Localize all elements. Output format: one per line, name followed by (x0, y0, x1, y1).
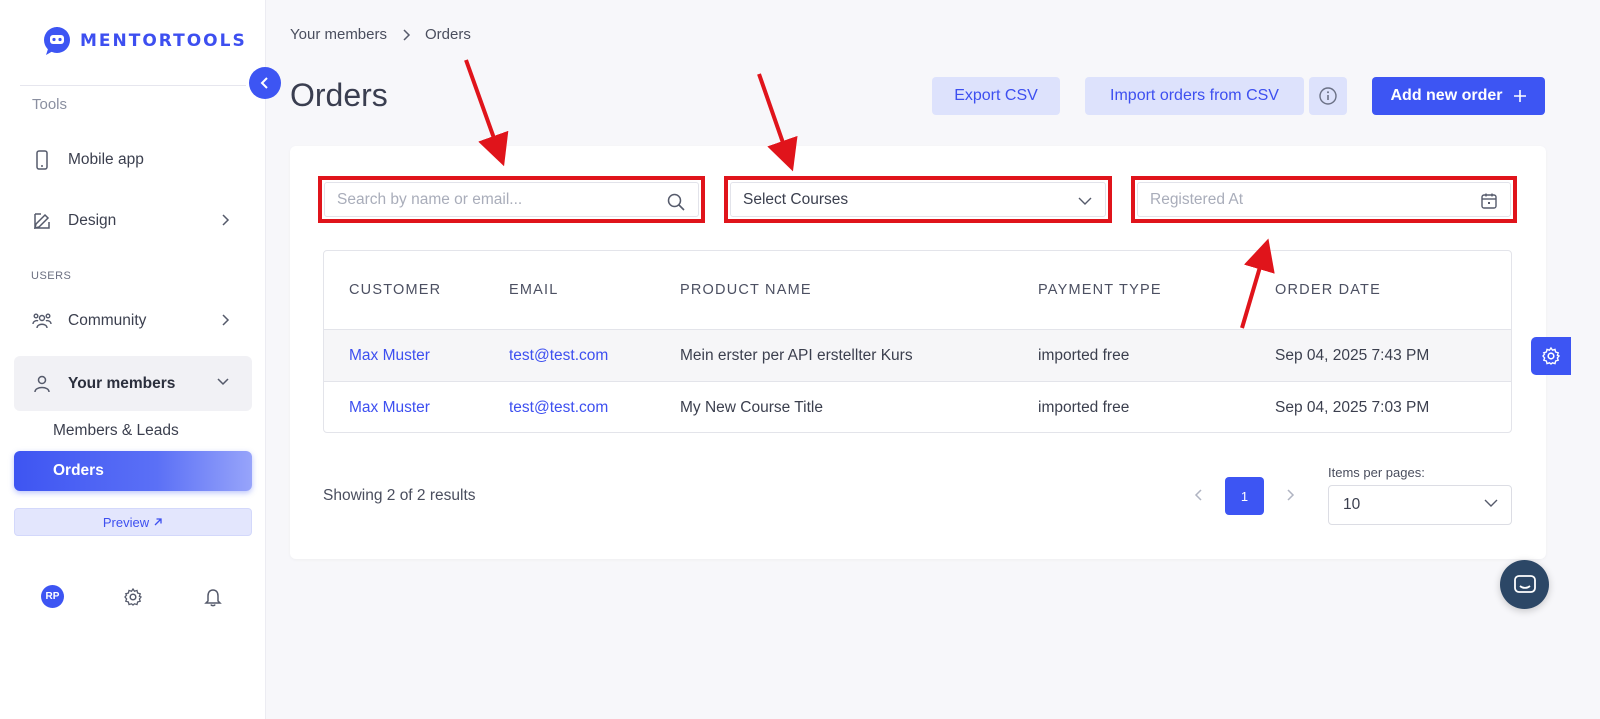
pencil-icon (32, 211, 52, 231)
plus-icon (1513, 90, 1526, 102)
column-header-product-name[interactable]: PRODUCT NAME (680, 282, 812, 298)
robot-logo-icon (44, 27, 70, 55)
section-label-users: USERS (31, 270, 72, 282)
settings-gear-icon[interactable] (122, 586, 144, 608)
column-header-email[interactable]: EMAIL (509, 282, 559, 298)
sidebar-item-community[interactable]: Community (14, 296, 252, 346)
sidebar-item-tools[interactable]: Tools (32, 92, 232, 110)
add-new-order-button[interactable]: Add new order (1372, 77, 1545, 115)
breadcrumb-parent[interactable]: Your members (290, 26, 387, 43)
sidebar-item-design[interactable]: Design (14, 196, 252, 246)
settings-tab-gear-icon[interactable] (1531, 337, 1571, 375)
next-page-icon[interactable] (1285, 488, 1295, 502)
items-per-page-select[interactable]: 10 (1328, 485, 1512, 525)
chevron-down-icon (217, 378, 229, 386)
breadcrumb-current: Orders (425, 26, 471, 43)
column-header-order-date[interactable]: ORDER DATE (1275, 282, 1381, 298)
order-date: Sep 04, 2025 7:43 PM (1275, 347, 1430, 364)
search-icon (667, 193, 685, 211)
customer-link[interactable]: Max Muster (349, 347, 430, 365)
search-filter-highlight: Search by name or email... (318, 176, 705, 223)
registered-at-date-input[interactable]: Registered At (1137, 182, 1511, 217)
sidebar: MENTORTOOLS Tools Mobile app Design USER… (0, 0, 266, 719)
orders-table: CUSTOMER EMAIL PRODUCT NAME PAYMENT TYPE… (323, 250, 1512, 433)
product-name: Mein erster per API erstellter Kurs (680, 347, 913, 364)
page-title: Orders (290, 77, 388, 113)
chevron-down-icon (1484, 499, 1498, 507)
chevron-right-icon (222, 314, 230, 326)
prev-page-icon[interactable] (1194, 488, 1204, 502)
customer-link[interactable]: Max Muster (349, 399, 430, 417)
chevron-right-icon (222, 214, 230, 226)
info-icon[interactable] (1309, 77, 1347, 115)
export-csv-button[interactable]: Export CSV (932, 77, 1060, 115)
preview-button[interactable]: Preview (14, 508, 252, 536)
sidebar-item-mobile-app[interactable]: Mobile app (14, 135, 252, 185)
import-csv-button[interactable]: Import orders from CSV (1085, 77, 1304, 115)
items-per-page-label: Items per pages: (1328, 465, 1425, 480)
registered-filter-highlight: Registered At (1131, 176, 1517, 223)
sidebar-item-label: Community (68, 312, 147, 329)
page-button-1[interactable]: 1 (1225, 477, 1264, 515)
chevron-left-icon (260, 77, 268, 89)
column-header-payment-type[interactable]: PAYMENT TYPE (1038, 282, 1162, 298)
results-count: Showing 2 of 2 results (323, 487, 476, 504)
sidebar-item-your-members[interactable]: Your members (14, 356, 252, 411)
courses-filter-highlight: Select Courses (724, 176, 1112, 223)
bell-icon[interactable] (202, 586, 224, 608)
table-row[interactable]: Max Muster test@test.com Mein erster per… (324, 330, 1511, 382)
sidebar-item-label: Your members (68, 374, 176, 392)
user-icon (32, 374, 52, 394)
order-date: Sep 04, 2025 7:03 PM (1275, 399, 1430, 416)
sidebar-divider (20, 85, 246, 86)
chevron-down-icon (1078, 197, 1092, 205)
payment-type: imported free (1038, 399, 1130, 416)
collapse-sidebar-button[interactable] (249, 67, 281, 99)
calendar-icon (1481, 193, 1497, 209)
breadcrumb: Your members Orders (290, 26, 471, 43)
search-input[interactable]: Search by name or email... (324, 182, 699, 217)
sidebar-item-label: Mobile app (68, 151, 144, 168)
brand-logo[interactable]: MENTORTOOLS (40, 24, 247, 58)
sidebar-subitem-orders[interactable]: Orders (14, 451, 252, 491)
product-name: My New Course Title (680, 399, 823, 416)
payment-type: imported free (1038, 347, 1130, 364)
email-link[interactable]: test@test.com (509, 399, 608, 417)
select-courses-dropdown[interactable]: Select Courses (730, 182, 1106, 217)
external-link-icon (154, 518, 162, 526)
arrow-to-search (464, 59, 509, 167)
brand-name: MENTORTOOLS (80, 31, 247, 51)
group-icon (32, 311, 52, 331)
column-header-customer[interactable]: CUSTOMER (349, 282, 441, 298)
phone-icon (32, 150, 52, 170)
chat-icon[interactable] (1500, 560, 1549, 609)
table-header: CUSTOMER EMAIL PRODUCT NAME PAYMENT TYPE… (324, 251, 1511, 330)
table-row[interactable]: Max Muster test@test.com My New Course T… (324, 382, 1511, 434)
sidebar-item-label: Design (68, 212, 117, 229)
avatar[interactable]: RP (41, 585, 64, 608)
chevron-right-icon (403, 28, 411, 41)
sidebar-subitem-members-leads[interactable]: Members & Leads (53, 422, 179, 440)
email-link[interactable]: test@test.com (509, 347, 608, 365)
